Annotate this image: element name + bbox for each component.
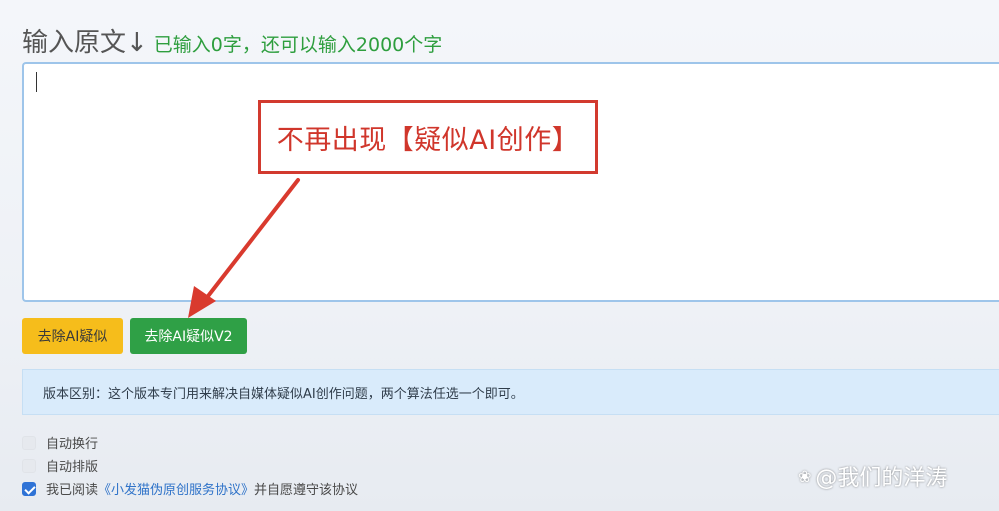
agreement-option[interactable]: 我已阅读 《小发猫伪原创服务协议》 并自愿遵守该协议 (22, 479, 358, 498)
paw-icon: ❀ (798, 466, 812, 486)
agreement-prefix: 我已阅读 (46, 483, 99, 498)
agreement-suffix: 并自愿遵守该协议 (254, 483, 359, 498)
notice-text: 版本区别：这个版本专门用来解决自媒体疑似AI创作问题，两个算法任选一个即可。 (43, 386, 524, 402)
auto-wrap-checkbox[interactable] (22, 435, 36, 450)
annotation-callout: 不再出现【疑似AI创作】 (258, 100, 598, 174)
source-text-input[interactable] (22, 62, 999, 302)
watermark-text: @我们的洋涛 (815, 466, 948, 491)
agreement-link[interactable]: 《小发猫伪原创服务协议》 (98, 479, 254, 498)
watermark: ❀ @我们的洋涛 (798, 460, 947, 492)
auto-wrap-label: 自动换行 (46, 437, 99, 452)
page-title: 输入原文↓ (22, 28, 148, 58)
version-notice: 版本区别：这个版本专门用来解决自媒体疑似AI创作问题，两个算法任选一个即可。 (22, 369, 999, 415)
remove-ai-v2-button[interactable]: 去除AI疑似V2 (130, 318, 247, 354)
auto-layout-checkbox[interactable] (22, 458, 36, 473)
remove-ai-button[interactable]: 去除AI疑似 (22, 318, 123, 354)
callout-text: 不再出现【疑似AI创作】 (276, 124, 580, 156)
header: 输入原文↓ 已输入0字，还可以输入2000个字 (22, 22, 442, 62)
char-counter: 已输入0字，还可以输入2000个字 (153, 34, 443, 56)
auto-layout-label: 自动排版 (46, 460, 99, 475)
agreement-checkbox[interactable] (22, 481, 36, 496)
auto-wrap-option[interactable]: 自动换行 (22, 433, 98, 452)
auto-layout-option[interactable]: 自动排版 (22, 456, 98, 475)
text-caret (36, 72, 37, 92)
